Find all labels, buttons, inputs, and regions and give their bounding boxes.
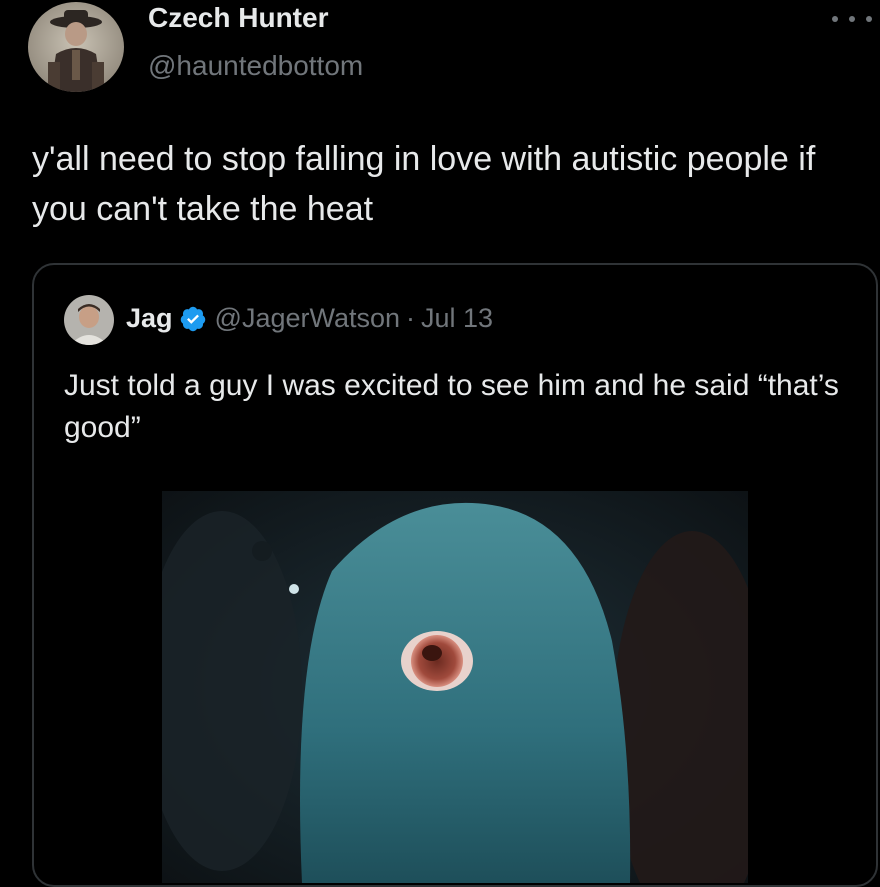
- quoted-tweet-date[interactable]: Jul 13: [421, 303, 493, 334]
- author-handle[interactable]: @hauntedbottom: [148, 50, 363, 82]
- quoted-tweet-text: Just told a guy I was excited to see him…: [64, 369, 839, 444]
- tweet: Czech Hunter @hauntedbottom y'all need t…: [0, 0, 880, 887]
- quoted-tweet-card[interactable]: Jag @JagerWatson · Jul 13 Just told a gu…: [32, 263, 878, 887]
- more-options-button[interactable]: [832, 12, 872, 26]
- author-display-name[interactable]: Czech Hunter: [148, 2, 328, 34]
- quoted-author-handle[interactable]: @JagerWatson: [215, 303, 400, 334]
- quoted-tweet-media[interactable]: [162, 491, 748, 883]
- media-image: [162, 491, 748, 883]
- verified-badge-icon: [180, 306, 205, 331]
- more-horizontal-icon: [832, 16, 838, 22]
- quoted-tweet-header: Jag @JagerWatson · Jul 13: [126, 303, 493, 334]
- quoted-author-display-name[interactable]: Jag: [126, 303, 173, 334]
- more-horizontal-icon-dot: [866, 16, 872, 22]
- tweet-text: y'all need to stop falling in love with …: [32, 140, 816, 228]
- quoted-author-avatar[interactable]: [64, 295, 114, 345]
- more-horizontal-icon-dot: [849, 16, 855, 22]
- author-avatar[interactable]: [28, 2, 124, 92]
- header-separator: ·: [406, 303, 416, 333]
